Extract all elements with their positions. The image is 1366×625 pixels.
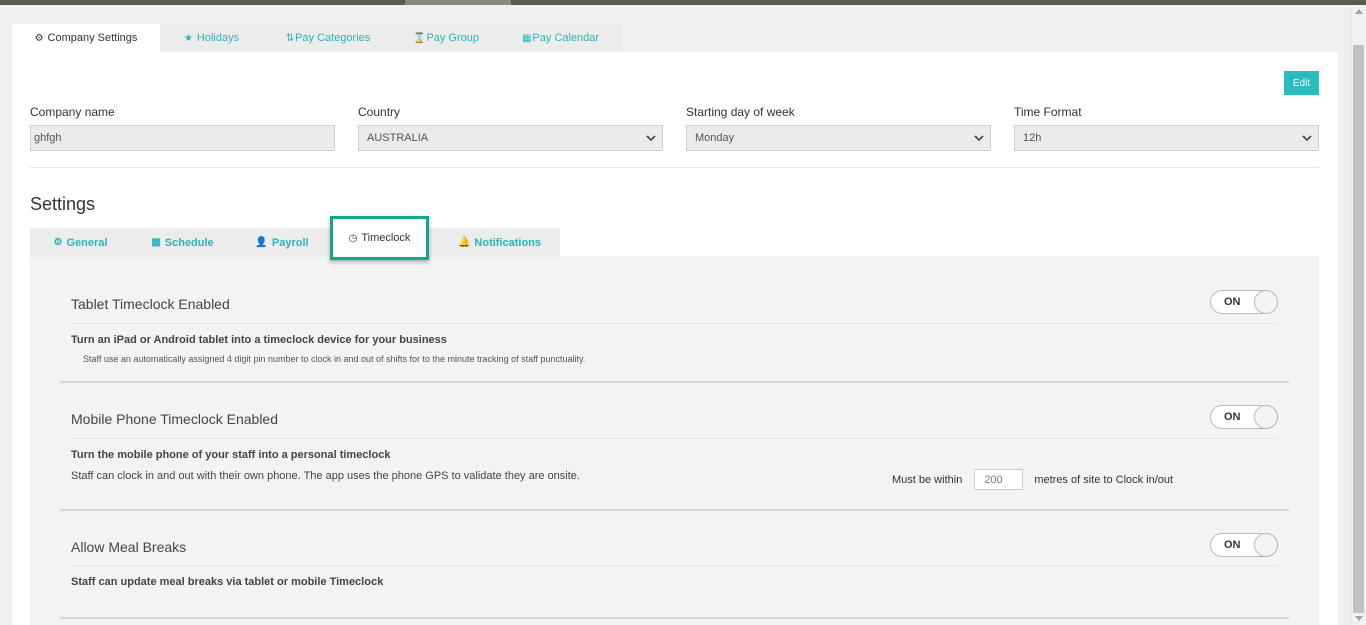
gps-suffix-label: metres of site to Clock in/out [1034, 473, 1174, 486]
company-name-field: Company name ghfgh [30, 105, 335, 151]
scroll-down-arrow-icon[interactable] [1355, 616, 1363, 621]
settings-title: Settings [30, 194, 96, 214]
tab-label: Notifications [474, 236, 542, 249]
bell-icon: 🔔 [457, 237, 471, 248]
country-select[interactable]: AUSTRALIA [358, 125, 663, 151]
hourglass-icon: ⌛ [412, 32, 426, 44]
calendar-icon: ▦ [521, 32, 532, 44]
starting-day-label: Starting day of week [686, 105, 795, 119]
time-format-field: Time Format 12h [1014, 105, 1319, 151]
settings-tabs: ⚙ General ▦ Schedule 👤 Payroll ◷ Timeclo… [30, 216, 560, 260]
section-heading: Allow Meal Breaks [71, 539, 187, 555]
tab-company-settings[interactable]: ⚙ Company Settings [12, 24, 160, 52]
company-tabs: ⚙ Company Settings ★ Holidays ⇅ Pay Cate… [12, 24, 622, 52]
toggle-knob [1254, 533, 1278, 557]
gear-icon: ⚙ [34, 32, 44, 44]
company-name-label: Company name [30, 105, 115, 119]
section-heading: Mobile Phone Timeclock Enabled [71, 411, 279, 427]
toggle-label: ON [1224, 411, 1241, 423]
section-subheading: Turn the mobile phone of your staff into… [71, 449, 391, 461]
calendar-icon: ▦ [151, 237, 161, 248]
section-separator [71, 565, 1278, 566]
clock-icon: ◷ [348, 232, 358, 244]
edit-button[interactable]: Edit [1284, 71, 1319, 95]
tab-timeclock[interactable]: ◷ Timeclock [330, 216, 429, 260]
mobile-timeclock-section: Mobile Phone Timeclock Enabled Turn the … [60, 401, 1289, 511]
tab-label: Schedule [164, 236, 214, 249]
section-separator [71, 438, 1278, 439]
tab-label: Company Settings [47, 32, 138, 44]
gps-prefix-label: Must be within [892, 473, 963, 486]
scroll-up-arrow-icon[interactable] [1355, 9, 1363, 14]
meal-breaks-toggle[interactable]: ON [1210, 533, 1278, 557]
starting-day-value: Monday [695, 132, 735, 144]
tab-label: Pay Calendar [532, 32, 600, 44]
section-subheading: Turn an iPad or Android tablet into a ti… [71, 334, 447, 346]
toggle-label: ON [1224, 296, 1241, 308]
tab-notifications[interactable]: 🔔 Notifications [429, 228, 560, 257]
starting-day-field: Starting day of week Monday [686, 105, 991, 151]
top-bar-highlight [405, 0, 511, 5]
tab-label: Pay Group [426, 32, 480, 44]
top-bar [0, 0, 1366, 5]
time-format-value: 12h [1023, 132, 1042, 144]
chevron-down-icon [974, 135, 984, 142]
scrollbar-thumb[interactable] [1353, 45, 1364, 613]
starting-day-select[interactable]: Monday [686, 125, 991, 151]
gps-radius-row: Must be within metres of site to Clock i… [892, 469, 1173, 490]
tab-schedule[interactable]: ▦ Schedule [131, 228, 234, 257]
chevron-down-icon [646, 135, 656, 142]
country-value: AUSTRALIA [367, 132, 429, 144]
time-format-select[interactable]: 12h [1014, 125, 1319, 151]
tab-label: General [66, 236, 108, 249]
tab-pay-group[interactable]: ⌛ Pay Group [393, 24, 499, 52]
meal-breaks-section: Allow Meal Breaks Staff can update meal … [60, 529, 1289, 619]
tab-payroll[interactable]: 👤 Payroll [234, 228, 330, 257]
company-name-input[interactable]: ghfgh [30, 125, 335, 151]
toggle-knob [1254, 290, 1278, 314]
tablet-timeclock-section: Tablet Timeclock Enabled Turn an iPad or… [60, 286, 1289, 383]
divider [30, 167, 1319, 168]
section-description: Staff can clock in and out with their ow… [71, 470, 580, 482]
tab-holidays[interactable]: ★ Holidays [160, 24, 263, 52]
section-description: Staff use an automatically assigned 4 di… [83, 354, 586, 364]
mobile-timeclock-toggle[interactable]: ON [1210, 405, 1278, 429]
tab-pay-categories[interactable]: ⇅ Pay Categories [263, 24, 393, 52]
scrollbar[interactable] [1350, 5, 1366, 625]
chevron-down-icon [1302, 135, 1312, 142]
section-subheading: Staff can update meal breaks via tablet … [71, 576, 384, 588]
toggle-label: ON [1224, 539, 1241, 551]
country-label: Country [358, 105, 401, 119]
toggle-knob [1254, 405, 1278, 429]
star-icon: ★ [183, 32, 193, 44]
tablet-timeclock-toggle[interactable]: ON [1210, 290, 1278, 314]
tab-general[interactable]: ⚙ General [30, 228, 131, 257]
user-icon: 👤 [255, 237, 268, 248]
sort-icon: ⇅ [285, 32, 295, 44]
time-format-label: Time Format [1014, 105, 1082, 119]
section-heading: Tablet Timeclock Enabled [71, 296, 230, 312]
gps-radius-input[interactable] [974, 469, 1024, 490]
tab-label: Timeclock [361, 232, 411, 244]
tab-label: Pay Categories [295, 32, 371, 44]
gear-icon: ⚙ [53, 237, 63, 248]
tab-pay-calendar[interactable]: ▦ Pay Calendar [499, 24, 622, 52]
tab-label: Payroll [271, 236, 309, 249]
tab-label: Holidays [196, 32, 240, 44]
country-field: Country AUSTRALIA [358, 105, 663, 151]
company-name-value: ghfgh [34, 132, 62, 144]
section-separator [71, 323, 1278, 324]
